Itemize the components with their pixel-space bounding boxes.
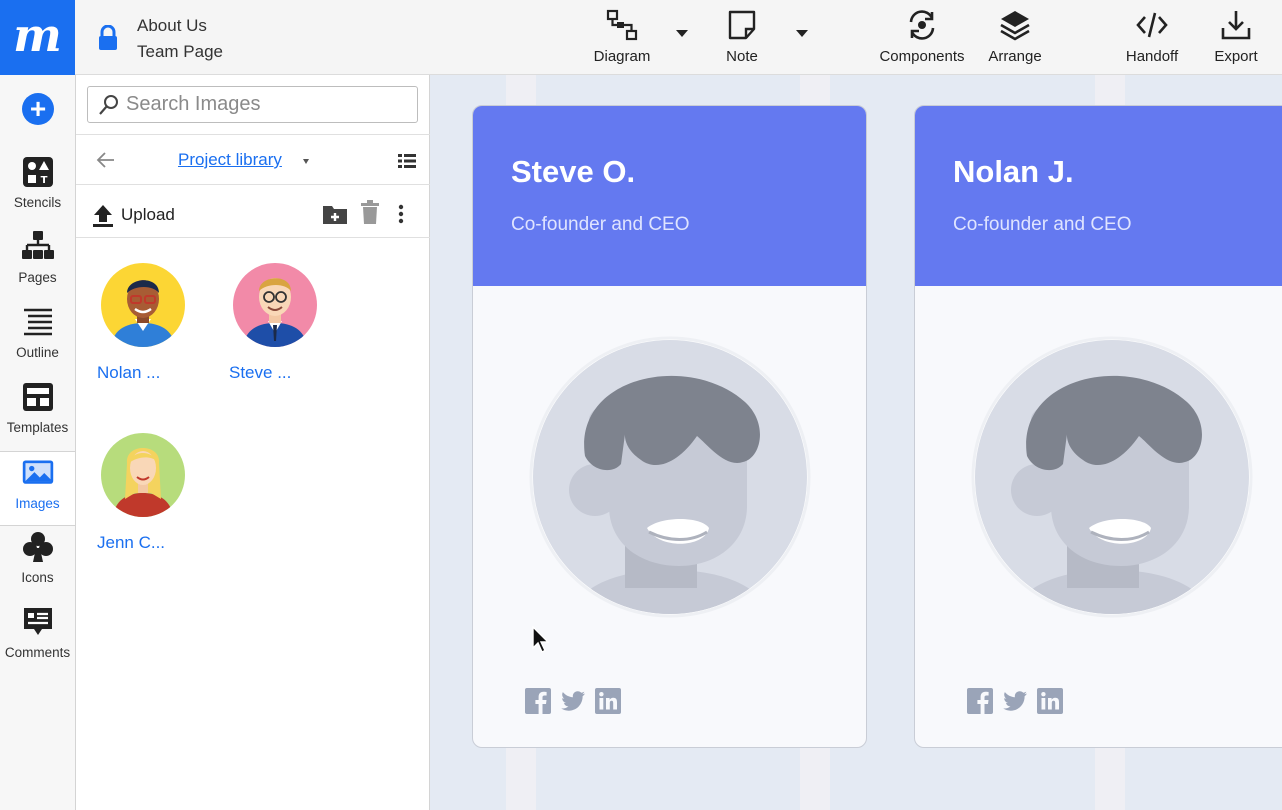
card-role: Co-founder and CEO (953, 214, 1132, 235)
library-dropdown-caret[interactable] (303, 159, 309, 164)
app-logo[interactable]: m (0, 0, 75, 75)
club-icon (22, 532, 53, 562)
handoff-button[interactable]: Handoff (1121, 8, 1183, 70)
avatar-placeholder-image[interactable] (971, 336, 1253, 618)
images-icon (22, 460, 53, 484)
facebook-icon[interactable] (967, 688, 993, 714)
new-folder-icon[interactable] (322, 203, 348, 225)
project-library-link[interactable]: Project library (178, 150, 282, 170)
trash-icon[interactable] (360, 200, 380, 225)
rail-label-outline: Outline (16, 345, 59, 360)
export-label: Export (1214, 48, 1258, 65)
mouse-cursor-icon (532, 626, 550, 653)
twitter-icon[interactable] (1002, 688, 1028, 714)
divider (76, 184, 430, 185)
facebook-icon[interactable] (525, 688, 551, 714)
image-name-nolan: Nolan ... (97, 363, 161, 382)
divider (76, 237, 430, 238)
team-card-nolan[interactable]: Nolan J. Co-founder and CEO (914, 105, 1282, 748)
stencils-icon: T (22, 157, 53, 187)
arrange-button[interactable]: Arrange (984, 8, 1046, 70)
rail-label-templates: Templates (6, 420, 69, 435)
social-links (525, 688, 630, 714)
logo-letter: m (13, 7, 62, 62)
add-button[interactable]: + (22, 93, 54, 125)
images-panel: Project library Upload (76, 75, 430, 810)
export-button[interactable]: Export (1208, 8, 1264, 70)
upload-icon (93, 205, 113, 227)
handoff-label: Handoff (1125, 48, 1179, 65)
avatar-placeholder-image[interactable] (529, 336, 811, 618)
rail-item-outline[interactable]: Outline (0, 301, 75, 376)
steve-avatar-image (233, 263, 317, 347)
design-canvas[interactable]: Steve O. Co-founder and CEO Nolan J. Co-… (431, 75, 1282, 810)
rail-label-icons: Icons (21, 570, 54, 585)
card-name: Nolan J. (953, 154, 1074, 189)
rail-item-icons[interactable]: Icons (0, 526, 75, 601)
lock-icon[interactable] (96, 25, 120, 51)
rail-item-pages[interactable]: Pages (0, 226, 75, 301)
divider (76, 134, 430, 135)
rail-item-images[interactable]: Images (0, 451, 75, 526)
rail-label-stencils: Stencils (13, 195, 62, 210)
more-options-icon[interactable] (398, 204, 404, 224)
rail-label-images: Images (15, 496, 60, 511)
upload-button[interactable]: Upload (92, 202, 175, 228)
search-icon (99, 95, 118, 115)
top-bar: m About Us Team Page Diagram Note Compon… (0, 0, 1282, 75)
note-button[interactable]: Note (712, 8, 772, 70)
components-button[interactable]: Components (874, 8, 970, 70)
back-arrow-icon[interactable] (96, 151, 116, 169)
templates-icon (22, 383, 53, 411)
linkedin-icon[interactable] (595, 688, 621, 714)
outline-icon (23, 308, 52, 336)
svg-text:T: T (40, 175, 47, 186)
arrange-icon (1000, 11, 1030, 41)
card-header: Nolan J. Co-founder and CEO (915, 106, 1282, 286)
note-label: Note (726, 48, 758, 65)
arrange-label: Arrange (988, 48, 1042, 65)
diagram-icon (606, 9, 638, 41)
rail-item-comments[interactable]: Comments (0, 601, 75, 676)
page-name: Team Page (137, 42, 223, 61)
plus-icon: + (29, 93, 47, 124)
note-icon (728, 10, 756, 40)
rail-label-pages: Pages (18, 270, 57, 285)
note-dropdown-caret[interactable] (796, 30, 808, 37)
upload-label: Upload (121, 205, 175, 224)
comments-icon (23, 608, 52, 635)
diagram-button[interactable]: Diagram (590, 8, 654, 70)
rail-label-comments: Comments (4, 645, 71, 660)
card-name: Steve O. (511, 154, 636, 189)
components-icon (909, 10, 935, 40)
linkedin-icon[interactable] (1037, 688, 1063, 714)
image-name-jenn: Jenn C... (97, 533, 166, 552)
twitter-icon[interactable] (560, 688, 586, 714)
export-icon (1221, 11, 1251, 40)
rail-item-templates[interactable]: Templates (0, 376, 75, 451)
social-links (967, 688, 1072, 714)
components-label: Components (879, 48, 965, 65)
image-name-steve: Steve ... (229, 363, 292, 382)
handoff-icon (1136, 12, 1168, 38)
diagram-label: Diagram (593, 48, 651, 65)
document-title[interactable]: About Us Team Page (137, 13, 223, 65)
diagram-dropdown-caret[interactable] (676, 30, 688, 37)
card-header: Steve O. Co-founder and CEO (473, 106, 866, 286)
list-view-icon[interactable] (398, 153, 416, 169)
pages-icon (21, 231, 54, 259)
rail-item-stencils[interactable]: T Stencils (0, 151, 75, 226)
nolan-avatar-image (101, 263, 185, 347)
card-role: Co-founder and CEO (511, 214, 690, 235)
search-input[interactable] (87, 86, 418, 123)
document-name: About Us (137, 16, 207, 35)
jenn-avatar-image (101, 433, 185, 517)
left-rail: + T Stencils Pages Outline Templates Ima… (0, 75, 76, 810)
